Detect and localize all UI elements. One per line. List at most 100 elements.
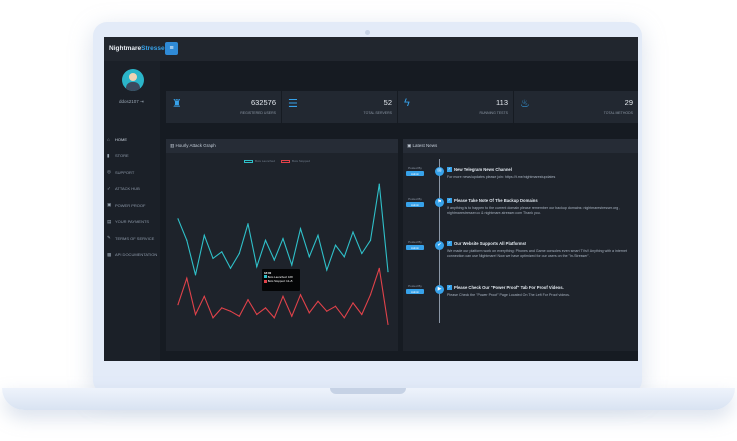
stat-card-servers: ☰ 52 TOTAL SERVERS — [282, 91, 397, 123]
tooltip-swatch — [264, 279, 267, 283]
laptop-notch — [330, 388, 406, 394]
hourly-graph-panel: ▥ Hourly Attack Graph Bots Launched Bots… — [166, 139, 398, 351]
data-point[interactable] — [194, 313, 197, 316]
data-point[interactable] — [378, 267, 380, 269]
sidebar-item-your-payments[interactable]: ▤ YOUR PAYMENTS — [106, 214, 160, 231]
data-point[interactable] — [221, 307, 223, 309]
data-point[interactable] — [387, 271, 389, 273]
data-point[interactable] — [308, 312, 310, 314]
data-point[interactable] — [326, 269, 328, 271]
tooltip-line2-text: Bots Stopped: 12+5 — [267, 278, 293, 283]
data-point[interactable] — [212, 257, 214, 259]
data-point[interactable] — [282, 295, 284, 297]
data-point[interactable] — [256, 313, 258, 316]
data-point[interactable] — [229, 310, 232, 312]
brand-logo[interactable]: NightmareStresser — [109, 45, 167, 52]
author-badge: Admin — [406, 245, 424, 250]
data-point[interactable] — [177, 304, 179, 306]
data-point[interactable] — [361, 252, 363, 255]
sidebar-item-terms-of-service[interactable]: ✎ TERMS OF SERVICE — [106, 230, 160, 247]
sidebar-nav: ⌂ HOME ▮ STORE ◎ SUPPORT ✓ ATTACK HUB ▣ POWER PRO… — [106, 131, 160, 263]
news-icon: ▣ — [407, 143, 412, 148]
dashboard-screen: NightmareStresser ≡ ddos2107 ⇥ ⌂ HOME ▮ STO… — [104, 37, 638, 361]
username: ddos2107 ⇥ — [119, 99, 144, 105]
data-point[interactable] — [212, 317, 214, 319]
support-icon: ◎ — [107, 169, 111, 175]
news-title-text: Please Take Note Of The Backup Domains — [454, 198, 538, 203]
avatar[interactable] — [122, 69, 144, 91]
lightning-icon: ϟ — [404, 97, 410, 109]
brand-name-part1: Nightmare — [109, 45, 142, 52]
data-point[interactable] — [387, 323, 389, 325]
data-point[interactable] — [317, 234, 319, 236]
data-point[interactable] — [334, 305, 337, 307]
hamburger-icon: ≡ — [169, 45, 174, 52]
news-body: If anything is to happen to the current … — [447, 206, 621, 216]
chart-tooltip: 18:00 Bots Launched: 168 Bots Stopped: 1… — [262, 269, 300, 291]
data-point[interactable] — [264, 307, 267, 309]
data-point[interactable] — [238, 252, 240, 255]
menu-toggle-button[interactable]: ≡ — [165, 42, 178, 55]
data-point[interactable] — [369, 294, 372, 296]
data-point[interactable] — [186, 277, 188, 279]
posted-by-text: Posted By — [408, 197, 422, 201]
sidebar-item-label: API DOCUMENTATION — [115, 252, 158, 258]
data-point[interactable] — [369, 239, 372, 241]
news-title: ✓ Our Website Supports All Platforms! — [447, 241, 526, 247]
data-point[interactable] — [291, 315, 293, 317]
stat-value: 52 — [383, 98, 392, 107]
sidebar-item-label: HOME — [115, 136, 127, 142]
sidebar-item-attack-hub[interactable]: ✓ ATTACK HUB — [106, 181, 160, 198]
laptop-mockup: NightmareStresser ≡ ddos2107 ⇥ ⌂ HOME ▮ STO… — [0, 0, 737, 441]
data-point[interactable] — [299, 294, 302, 296]
data-point[interactable] — [299, 228, 302, 230]
sidebar-item-store[interactable]: ▮ STORE — [106, 148, 160, 165]
video-icon: ▣ — [107, 202, 112, 208]
data-point[interactable] — [229, 267, 232, 269]
sidebar-item-api-documentation[interactable]: ▩ API DOCUMENTATION — [106, 247, 160, 264]
news-panel-title: Latest News — [412, 143, 438, 148]
attack-line-chart — [177, 183, 389, 325]
sidebar-item-home[interactable]: ⌂ HOME — [106, 131, 160, 148]
data-point[interactable] — [247, 299, 249, 301]
news-body: For more news/updates please join: https… — [447, 175, 556, 179]
sidebar-item-support[interactable]: ◎ SUPPORT — [106, 164, 160, 181]
data-point[interactable] — [326, 310, 328, 312]
code-icon: ▩ — [107, 251, 112, 257]
data-point[interactable] — [343, 317, 345, 319]
data-point[interactable] — [203, 234, 205, 236]
data-point[interactable] — [282, 238, 284, 240]
data-point[interactable] — [291, 264, 293, 266]
data-point[interactable] — [256, 266, 258, 268]
data-point[interactable] — [247, 223, 249, 225]
data-point[interactable] — [177, 218, 179, 220]
logout-icon[interactable]: ⇥ — [140, 99, 144, 104]
data-point[interactable] — [273, 259, 275, 261]
data-point[interactable] — [194, 274, 197, 276]
graph-panel-title: Hourly Attack Graph — [175, 143, 216, 148]
author-badge: Admin — [406, 289, 424, 294]
document-icon: ✎ — [107, 235, 111, 241]
posted-by-text: Posted By — [408, 240, 422, 244]
news-body: We made our platform work on everything:… — [447, 249, 628, 259]
data-point[interactable] — [203, 295, 205, 297]
data-point[interactable] — [352, 302, 354, 304]
sidebar-item-label: YOUR PAYMENTS — [115, 219, 150, 225]
data-point[interactable] — [308, 256, 310, 258]
sidebar-item-power-proof[interactable]: ▣ POWER PROOF — [106, 197, 160, 214]
data-point[interactable] — [361, 313, 363, 316]
stat-label: REGISTERED USERS — [240, 111, 276, 115]
data-point[interactable] — [343, 256, 345, 258]
author-badge: Admin — [406, 171, 424, 176]
data-point[interactable] — [186, 239, 188, 241]
data-point[interactable] — [317, 300, 319, 302]
card-icon: ▤ — [107, 218, 112, 224]
timeline-dot-icon: ✔ — [435, 241, 444, 250]
data-point[interactable] — [264, 239, 267, 241]
data-point[interactable] — [334, 244, 337, 246]
data-point[interactable] — [221, 251, 223, 253]
data-point[interactable] — [238, 315, 240, 317]
data-point[interactable] — [273, 317, 275, 319]
data-point[interactable] — [352, 231, 354, 233]
data-point[interactable] — [378, 183, 380, 185]
